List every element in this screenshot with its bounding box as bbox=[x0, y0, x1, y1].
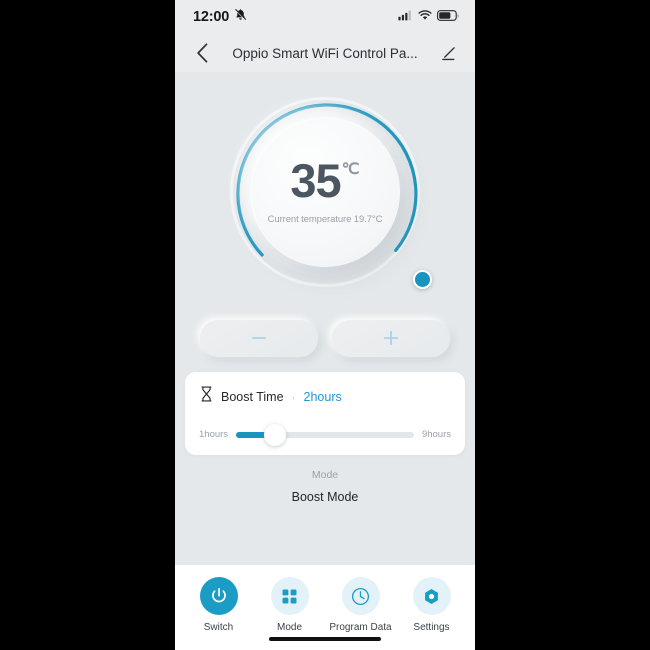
grid-squares-icon bbox=[282, 589, 297, 603]
cellular-signal-icon bbox=[398, 8, 413, 26]
target-temperature-value: 35 bbox=[290, 154, 341, 208]
battery-icon bbox=[437, 8, 459, 26]
boost-separator: · bbox=[291, 389, 296, 404]
increase-temperature-button[interactable] bbox=[332, 319, 450, 357]
boost-time-slider[interactable] bbox=[236, 423, 414, 446]
status-bar: 12:00 bbox=[175, 0, 475, 34]
minus-icon bbox=[252, 337, 266, 339]
mode-section: Mode Boost Mode bbox=[175, 455, 475, 565]
mode-value[interactable]: Boost Mode bbox=[292, 490, 359, 504]
nav-item-program-data[interactable]: Program Data bbox=[325, 577, 396, 633]
dial-knob-handle[interactable] bbox=[413, 270, 432, 289]
boost-card-header: Boost Time · 2hours bbox=[199, 386, 451, 407]
nav-item-settings[interactable]: Settings bbox=[396, 577, 467, 633]
bell-muted-icon bbox=[234, 8, 247, 26]
temperature-dial-section: 35 ℃ Current temperature 19.7°C bbox=[175, 72, 475, 312]
screen-stage: 12:00 Oppio Smart WiFi Control Pa... 35 … bbox=[0, 0, 650, 650]
target-temperature-display: 35 ℃ bbox=[290, 154, 360, 208]
decrease-temperature-button[interactable] bbox=[200, 319, 318, 357]
app-header: Oppio Smart WiFi Control Pa... bbox=[175, 34, 475, 72]
slider-min-label: 1hours bbox=[199, 429, 229, 440]
nav-item-mode[interactable]: Mode bbox=[254, 577, 325, 633]
hourglass-icon bbox=[199, 386, 214, 407]
nav-label-settings: Settings bbox=[413, 622, 450, 633]
page-title: Oppio Smart WiFi Control Pa... bbox=[232, 45, 418, 61]
slider-max-label: 9hours bbox=[421, 429, 451, 440]
power-icon bbox=[211, 588, 226, 603]
nav-circle-switch bbox=[199, 577, 238, 615]
nav-label-program-data: Program Data bbox=[329, 622, 392, 633]
status-bar-right bbox=[398, 8, 459, 26]
boost-slider-row: 1hours 9hours bbox=[199, 423, 451, 446]
nav-label-switch: Switch bbox=[203, 622, 234, 633]
boost-card-area: Boost Time · 2hours 1hours 9hours bbox=[175, 364, 475, 455]
nav-item-switch[interactable]: Switch bbox=[183, 577, 254, 633]
temperature-dial[interactable]: 35 ℃ Current temperature 19.7°C bbox=[225, 92, 432, 292]
chevron-left-icon bbox=[196, 43, 207, 63]
nav-label-mode: Mode bbox=[276, 622, 302, 633]
edit-button[interactable] bbox=[435, 40, 461, 66]
back-button[interactable] bbox=[189, 40, 215, 66]
plus-icon bbox=[383, 330, 399, 346]
home-indicator-bar bbox=[269, 637, 381, 641]
dial-face: 35 ℃ Current temperature 19.7°C bbox=[250, 117, 400, 267]
main-content: 35 ℃ Current temperature 19.7°C Boost Ti… bbox=[175, 72, 475, 565]
temperature-unit: ℃ bbox=[341, 161, 360, 179]
nav-circle-program-data bbox=[341, 577, 380, 615]
hexagon-gear-icon bbox=[425, 588, 438, 604]
nav-circle-settings bbox=[412, 577, 451, 615]
current-temperature-label: Current temperature 19.7°C bbox=[267, 213, 383, 225]
status-bar-left: 12:00 bbox=[193, 8, 247, 26]
nav-circle-mode bbox=[270, 577, 309, 615]
pencil-edit-icon bbox=[441, 46, 455, 60]
clock-icon bbox=[351, 587, 370, 605]
phone-viewport: 12:00 Oppio Smart WiFi Control Pa... 35 … bbox=[175, 0, 475, 650]
boost-time-label: Boost Time bbox=[221, 389, 284, 404]
boost-time-card[interactable]: Boost Time · 2hours 1hours 9hours bbox=[185, 372, 465, 455]
status-bar-clock: 12:00 bbox=[193, 9, 230, 25]
bottom-navigation: Switch Mode Program Data Settings bbox=[175, 565, 475, 650]
boost-time-value: 2hours bbox=[303, 389, 342, 404]
temperature-stepper bbox=[175, 312, 475, 364]
mode-label: Mode bbox=[311, 469, 339, 481]
slider-thumb[interactable] bbox=[264, 423, 287, 446]
wifi-icon bbox=[418, 8, 432, 26]
